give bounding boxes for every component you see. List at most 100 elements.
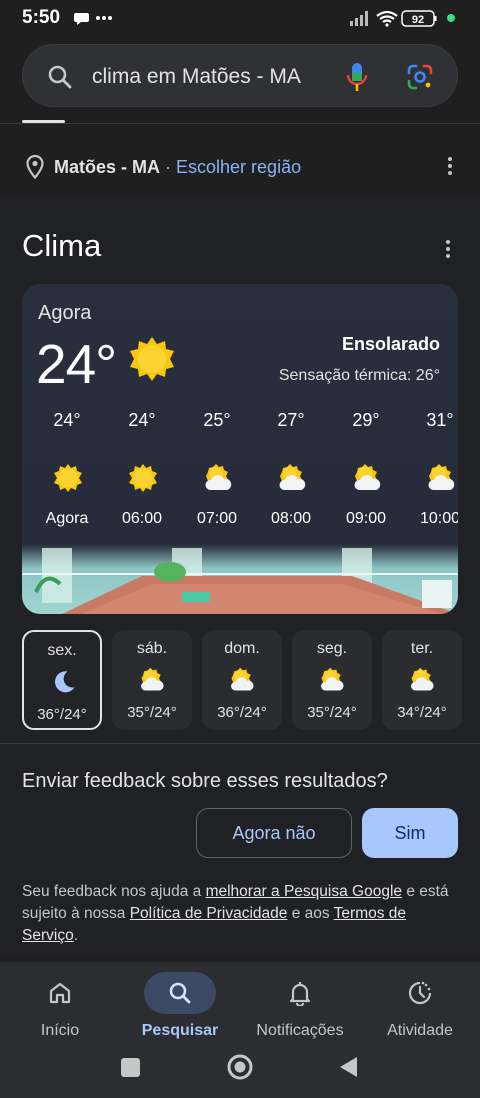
weather-title: Clima <box>22 228 102 263</box>
recents-button <box>121 1058 140 1077</box>
hourly-item: 25° 07:00 <box>177 410 257 540</box>
day-temperature-range: 36°/24° <box>217 704 267 721</box>
search-icon <box>169 982 191 1004</box>
day-icon-wrap <box>138 666 166 694</box>
nav-home-label: Início <box>40 1022 80 1039</box>
search-bar[interactable]: clima em Matões - MA <box>22 44 458 107</box>
day-name: dom. <box>224 640 260 657</box>
not-now-button[interactable]: Agora não <box>196 808 352 858</box>
mic-icon[interactable] <box>345 61 369 93</box>
feedback-note-text: . <box>73 927 78 944</box>
daily-item[interactable]: sáb. 35°/24° <box>112 630 192 730</box>
sun-cloud-icon <box>428 464 455 490</box>
nav-search-label: Pesquisar <box>141 1022 219 1039</box>
sun-icon <box>130 337 174 381</box>
hourly-item: 29° 09:00 <box>326 410 406 540</box>
nav-home[interactable]: Início <box>0 968 120 1048</box>
divider <box>0 743 480 744</box>
daily-item[interactable]: seg. 35°/24° <box>292 630 372 730</box>
activity-icon <box>408 981 432 1005</box>
privacy-policy-link[interactable]: Política de Privacidade <box>130 905 288 922</box>
hourly-item: 27° 08:00 <box>251 410 331 540</box>
back-button <box>340 1057 357 1077</box>
status-indicators: 92 <box>350 10 455 27</box>
nav-activity[interactable]: Atividade <box>360 968 480 1048</box>
hourly-icon-wrap <box>202 462 234 494</box>
location-row: Matões - MA · Escolher região <box>0 145 480 189</box>
nav-activity-label: Atividade <box>387 1022 453 1039</box>
day-name: ter. <box>410 640 434 657</box>
current-temperature: 24° <box>36 333 117 395</box>
day-temperature-range: 36°/24° <box>37 706 87 723</box>
hourly-temperature: 24° <box>53 410 81 430</box>
hourly-time: 10:00 <box>419 510 458 527</box>
hourly-time: 08:00 <box>270 510 312 527</box>
day-name: seg. <box>316 640 348 657</box>
daily-item[interactable]: dom. 36°/24° <box>202 630 282 730</box>
hourly-temperature: 24° <box>128 410 156 430</box>
lens-icon[interactable] <box>406 63 434 91</box>
wifi-icon <box>376 10 398 23</box>
location-pin-icon <box>26 154 44 180</box>
day-icon-wrap <box>228 666 256 694</box>
hourly-item: 24° 06:00 <box>102 410 182 540</box>
feedback-note: Seu feedback nos ajuda a melhorar a Pesq… <box>22 881 462 947</box>
sun-cloud-icon <box>411 667 434 691</box>
day-temperature-range: 34°/24° <box>397 704 447 721</box>
bell-icon <box>289 982 311 1006</box>
hourly-item: 24° Agora <box>27 410 107 540</box>
choose-region-link[interactable]: Escolher região <box>176 157 301 177</box>
hourly-time: 06:00 <box>121 510 163 527</box>
nav-notifications[interactable]: Notificações <box>240 968 360 1048</box>
sun-cloud-icon <box>231 667 254 691</box>
hourly-temperature: 25° <box>203 410 231 430</box>
day-icon-wrap <box>408 666 436 694</box>
feedback-question: Enviar feedback sobre esses resultados? <box>22 770 388 792</box>
day-icon-wrap <box>318 666 346 694</box>
daily-item[interactable]: sex. 36°/24° <box>22 630 102 730</box>
hourly-time: Agora <box>45 510 89 527</box>
nav-notifications-label: Notificações <box>256 1022 344 1039</box>
sun-icon <box>129 464 157 492</box>
system-navigation <box>121 1054 357 1080</box>
hourly-time: 07:00 <box>196 510 238 527</box>
weather-illustration <box>22 544 458 614</box>
hourly-icon-wrap <box>127 462 159 494</box>
sun-cloud-icon <box>354 464 381 490</box>
day-name: sáb. <box>136 640 168 657</box>
weather-menu-icon[interactable] <box>445 240 451 260</box>
signal-icon <box>350 11 368 26</box>
weather-card[interactable]: Agora 24° Ensolarado Sensação térmica: 2… <box>22 284 458 614</box>
hourly-temperature: 29° <box>352 410 380 430</box>
day-name: sex. <box>47 642 77 659</box>
nav-search[interactable]: Pesquisar <box>120 968 240 1048</box>
yes-button[interactable]: Sim <box>362 808 458 858</box>
location-menu-icon[interactable] <box>447 157 453 177</box>
search-input[interactable]: clima em Matões - MA <box>92 65 301 89</box>
now-label: Agora <box>38 302 92 324</box>
feels-like: Sensação térmica: 26° <box>278 367 440 384</box>
location-name: Matões - MA <box>54 157 161 177</box>
day-temperature-range: 35°/24° <box>127 704 177 721</box>
sun-icon <box>54 464 82 492</box>
sun-cloud-icon <box>141 667 164 691</box>
sun-cloud-icon <box>205 464 232 490</box>
location-text: Matões - MA · Escolher região <box>54 157 301 178</box>
moon-icon <box>55 671 75 693</box>
status-time: 5:50 <box>22 7 61 28</box>
sun-cloud-icon <box>279 464 306 490</box>
divider <box>0 123 480 124</box>
search-icon[interactable] <box>47 64 73 90</box>
home-icon <box>49 982 71 1004</box>
improve-search-link[interactable]: melhorar a Pesquisa Google <box>206 883 402 900</box>
hourly-icon-wrap <box>52 462 84 494</box>
daily-item[interactable]: ter. 34°/24° <box>382 630 462 730</box>
location-separator: · <box>160 157 177 177</box>
sun-cloud-icon <box>321 667 344 691</box>
day-temperature-range: 35°/24° <box>307 704 357 721</box>
hourly-icon-wrap <box>276 462 308 494</box>
battery-level: 92 <box>412 14 424 26</box>
hourly-icon-wrap <box>425 462 457 494</box>
hourly-icon-wrap <box>351 462 383 494</box>
day-icon-wrap <box>50 668 78 696</box>
